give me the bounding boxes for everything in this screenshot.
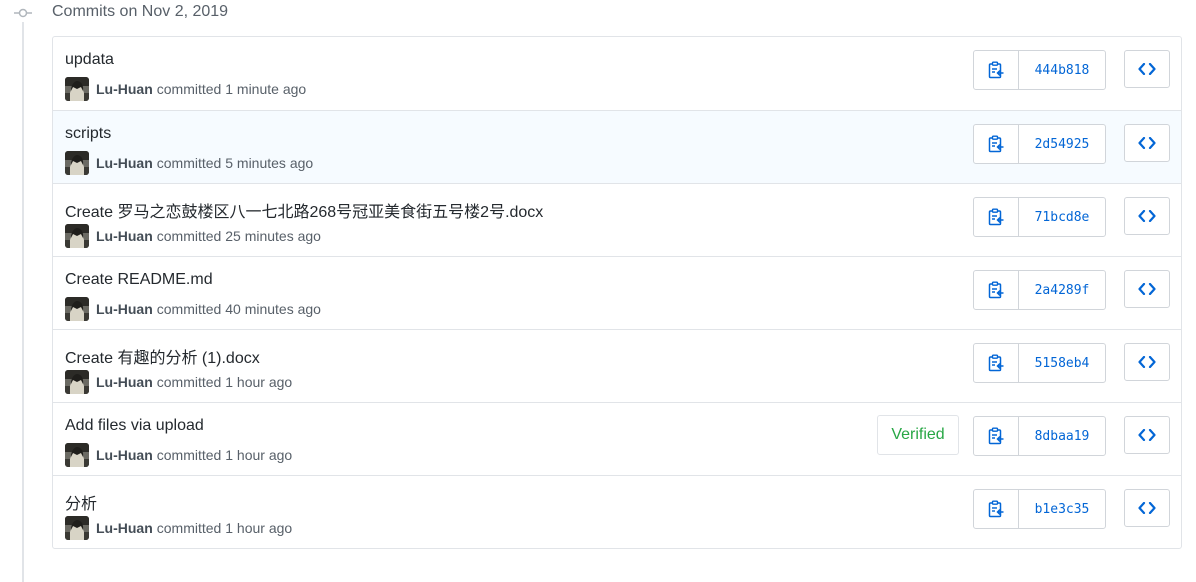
clipboard-icon xyxy=(988,208,1004,226)
browse-repo-button[interactable] xyxy=(1124,197,1170,235)
commit-row: updata Lu-Huan committed 1 minute ago 44… xyxy=(53,37,1181,110)
commit-title-link[interactable]: Create 罗马之恋鼓楼区八一七北路268号冠亚美食街五号楼2号.docx xyxy=(65,198,543,222)
commit-sha-button-group: 8dbaa19 xyxy=(973,416,1106,456)
commit-row: Add files via upload Lu-Huan committed 1… xyxy=(53,402,1181,475)
commit-meta: Lu-Huan committed 1 minute ago xyxy=(65,77,306,101)
commit-title-link[interactable]: scripts xyxy=(65,125,111,143)
commit-row: Create README.md Lu-Huan committed 40 mi… xyxy=(53,256,1181,329)
code-brackets-icon xyxy=(1138,283,1156,295)
commit-row: 分析 Lu-Huan committed 1 hour ago b1e3c35 xyxy=(53,475,1181,548)
commit-sha-link[interactable]: 8dbaa19 xyxy=(1019,417,1105,455)
commit-time-text: committed 5 minutes ago xyxy=(156,155,314,171)
code-brackets-icon xyxy=(1138,210,1156,222)
user-avatar[interactable] xyxy=(65,443,89,467)
commit-meta: Lu-Huan committed 1 hour ago xyxy=(65,443,292,467)
git-commit-icon xyxy=(14,8,32,18)
commit-sha-button-group: 444b818 xyxy=(973,50,1106,90)
copy-sha-button[interactable] xyxy=(974,417,1019,455)
copy-sha-button[interactable] xyxy=(974,125,1019,163)
browse-repo-button[interactable] xyxy=(1124,416,1170,454)
commit-meta: Lu-Huan committed 1 hour ago xyxy=(65,516,292,540)
clipboard-icon xyxy=(988,354,1004,372)
browse-repo-button[interactable] xyxy=(1124,50,1170,88)
commit-meta: Lu-Huan committed 25 minutes ago xyxy=(65,224,321,248)
code-brackets-icon xyxy=(1138,502,1156,514)
commit-row: scripts Lu-Huan committed 5 minutes ago xyxy=(53,110,1181,183)
user-avatar[interactable] xyxy=(65,516,89,540)
user-avatar[interactable] xyxy=(65,297,89,321)
copy-sha-button[interactable] xyxy=(974,51,1019,89)
copy-sha-button[interactable] xyxy=(974,271,1019,309)
copy-sha-button[interactable] xyxy=(974,344,1019,382)
commit-time-text: committed 40 minutes ago xyxy=(156,301,321,317)
user-avatar[interactable] xyxy=(65,77,89,101)
clipboard-icon xyxy=(988,281,1004,299)
clipboard-icon xyxy=(988,427,1004,445)
commit-meta: Lu-Huan committed 40 minutes ago xyxy=(65,297,321,321)
commit-meta: Lu-Huan committed 5 minutes ago xyxy=(65,151,313,175)
commit-sha-link[interactable]: 2d54925 xyxy=(1019,125,1105,163)
clipboard-icon xyxy=(988,61,1004,79)
commit-sha-link[interactable]: 71bcd8e xyxy=(1019,198,1105,236)
commit-meta: Lu-Huan committed 1 hour ago xyxy=(65,370,292,394)
clipboard-icon xyxy=(988,135,1004,153)
commit-author-link[interactable]: Lu-Huan xyxy=(96,81,153,97)
commit-sha-link[interactable]: 444b818 xyxy=(1019,51,1105,89)
commit-sha-button-group: 71bcd8e xyxy=(973,197,1106,237)
code-brackets-icon xyxy=(1138,137,1156,149)
code-brackets-icon xyxy=(1138,429,1156,441)
commit-title-link[interactable]: Add files via upload xyxy=(65,417,204,435)
browse-repo-button[interactable] xyxy=(1124,270,1170,308)
commit-author-link[interactable]: Lu-Huan xyxy=(96,301,153,317)
browse-repo-button[interactable] xyxy=(1124,124,1170,162)
verified-badge[interactable]: Verified xyxy=(877,415,959,455)
commit-sha-link[interactable]: b1e3c35 xyxy=(1019,490,1105,528)
commit-row: Create 罗马之恋鼓楼区八一七北路268号冠亚美食街五号楼2号.docx L… xyxy=(53,183,1181,256)
copy-sha-button[interactable] xyxy=(974,490,1019,528)
commit-list: updata Lu-Huan committed 1 minute ago 44… xyxy=(52,36,1182,549)
commit-sha-link[interactable]: 5158eb4 xyxy=(1019,344,1105,382)
commit-author-link[interactable]: Lu-Huan xyxy=(96,447,153,463)
commit-title-link[interactable]: Create README.md xyxy=(65,271,213,289)
user-avatar[interactable] xyxy=(65,151,89,175)
commit-title-link[interactable]: 分析 xyxy=(65,490,97,514)
commit-author-link[interactable]: Lu-Huan xyxy=(96,520,153,536)
user-avatar[interactable] xyxy=(65,370,89,394)
commit-author-link[interactable]: Lu-Huan xyxy=(96,228,153,244)
commit-time-text: committed 1 hour ago xyxy=(156,374,293,390)
commit-title-link[interactable]: updata xyxy=(65,51,114,69)
commit-sha-button-group: 2d54925 xyxy=(973,124,1106,164)
copy-sha-button[interactable] xyxy=(974,198,1019,236)
user-avatar[interactable] xyxy=(65,224,89,248)
code-brackets-icon xyxy=(1138,63,1156,75)
commit-row: Create 有趣的分析 (1).docx Lu-Huan committed … xyxy=(53,329,1181,402)
browse-repo-button[interactable] xyxy=(1124,489,1170,527)
commit-sha-button-group: 5158eb4 xyxy=(973,343,1106,383)
commit-sha-button-group: 2a4289f xyxy=(973,270,1106,310)
commit-group-header: Commits on Nov 2, 2019 xyxy=(0,0,1196,26)
code-brackets-icon xyxy=(1138,356,1156,368)
commit-time-text: committed 1 hour ago xyxy=(156,520,293,536)
commit-time-text: committed 1 hour ago xyxy=(156,447,293,463)
browse-repo-button[interactable] xyxy=(1124,343,1170,381)
commit-sha-button-group: b1e3c35 xyxy=(973,489,1106,529)
commit-time-text: committed 25 minutes ago xyxy=(156,228,321,244)
commit-group-title: Commits on Nov 2, 2019 xyxy=(52,3,229,20)
timeline-line xyxy=(22,22,24,582)
clipboard-icon xyxy=(988,500,1004,518)
commit-author-link[interactable]: Lu-Huan xyxy=(96,374,153,390)
commit-time-text: committed 1 minute ago xyxy=(156,81,307,97)
commit-title-link[interactable]: Create 有趣的分析 (1).docx xyxy=(65,344,260,368)
commit-author-link[interactable]: Lu-Huan xyxy=(96,155,153,171)
commit-sha-link[interactable]: 2a4289f xyxy=(1019,271,1105,309)
